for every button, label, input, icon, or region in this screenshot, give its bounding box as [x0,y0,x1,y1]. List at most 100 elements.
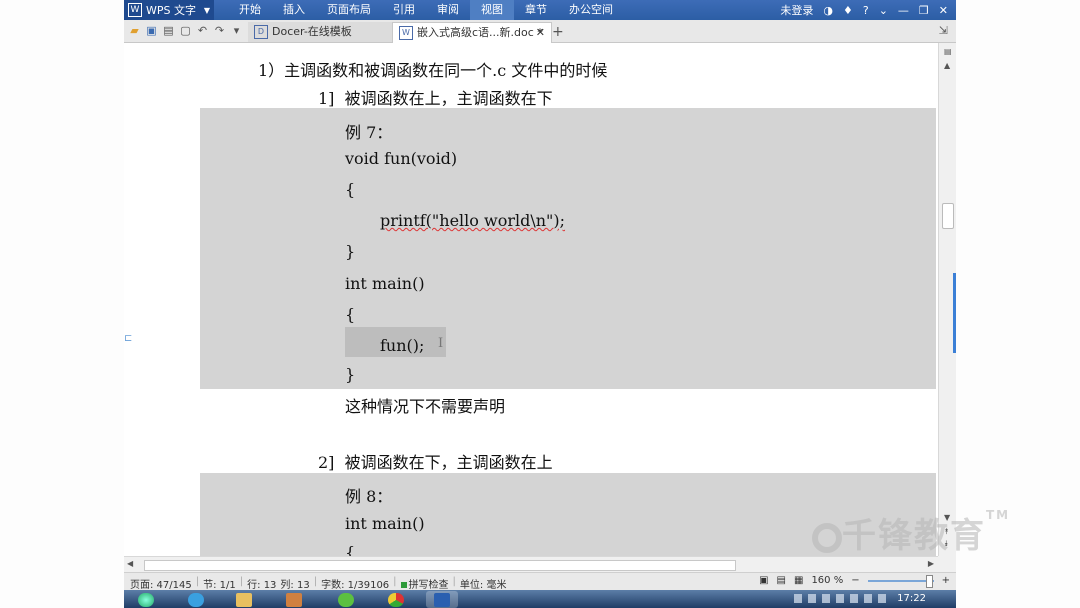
shirt-icon[interactable]: ♦ [843,4,853,17]
redo-icon[interactable]: ↷ [213,24,226,37]
tray-icon[interactable] [808,594,816,603]
tray-icon[interactable] [794,594,802,603]
page-icon[interactable]: ▤ [944,47,952,56]
outline-view-icon[interactable]: ▤ [777,575,786,586]
start-button[interactable] [130,591,162,608]
scroll-up-icon[interactable]: ▲ [944,61,950,70]
code-line: int main() [345,514,425,533]
zoom-out-icon[interactable]: − [851,575,859,586]
zoom-in-icon[interactable]: + [942,575,950,586]
taskbar-wps[interactable] [426,591,458,608]
side-panel-handle[interactable] [953,273,956,353]
spell-check[interactable]: 拼写检查 [400,576,449,591]
code-line: } [345,365,356,384]
collapse-ribbon-icon[interactable]: ⌄ [879,4,888,17]
menu-item-layout[interactable]: 页面布局 [316,0,382,20]
chrome-icon [388,593,404,607]
folder-icon [236,593,252,607]
print-icon[interactable]: ▤ [162,24,175,37]
wps-menu-button[interactable]: W WPS 文字 ▼ [124,0,214,20]
tab-label: 嵌入式高级c语...新.doc * [417,26,543,39]
example7-shading [200,108,936,389]
vertical-scrollbar[interactable]: ▤ ▲ ▼ ⯭ ⯯ [938,43,956,556]
tray-icon[interactable] [822,594,830,603]
taskbar-app[interactable] [330,591,362,608]
menu-item-review[interactable]: 审阅 [426,0,470,20]
spell-check-icon [400,582,407,588]
taskbar: 17:22 [124,590,956,608]
note-text: 这种情况下不需要声明 [345,397,506,416]
status-unit[interactable]: 单位: 毫米 [460,576,507,591]
hscrollbar-thumb[interactable] [144,560,736,571]
horizontal-scrollbar[interactable]: ◀ ▶ [124,556,938,573]
zoom-slider[interactable] [867,574,934,588]
tray-icon[interactable] [836,594,844,603]
menu-item-office-space[interactable]: 办公空间 [558,0,624,20]
document-page[interactable]: ⊏ 1）主调函数和被调函数在同一个.c 文件中的时候 1] 被调函数在上，主调函… [124,43,936,556]
tray-icon[interactable] [850,594,858,603]
document-area[interactable]: ⊏ 1）主调函数和被调函数在同一个.c 文件中的时候 1] 被调函数在上，主调函… [124,43,938,556]
restore-icon[interactable]: ❐ [919,4,929,17]
taskbar-media[interactable] [278,591,310,608]
print-preview-icon[interactable]: ▢ [179,24,192,37]
scrollbar-thumb[interactable] [942,203,954,229]
tab-document[interactable]: W 嵌入式高级c语...新.doc * ✕ [392,22,552,43]
menu-item-view[interactable]: 视图 [470,0,514,20]
open-icon[interactable]: ▰ [128,24,141,37]
status-page[interactable]: 页面: 47/145 [130,576,192,591]
menu-item-start[interactable]: 开始 [228,0,272,20]
ie-icon [188,593,204,607]
menu-item-reference[interactable]: 引用 [382,0,426,20]
new-tab-icon[interactable]: + [552,22,564,42]
zoom-level[interactable]: 160 % [811,575,843,586]
tab-label: Docer-在线模板 [272,25,352,38]
menu-item-insert[interactable]: 插入 [272,0,316,20]
tab-docer[interactable]: D Docer-在线模板 [248,22,396,42]
tab-close-icon[interactable]: ✕ [536,23,545,43]
code-line: printf("hello world\n"); [380,211,566,230]
media-icon [286,593,302,607]
save-icon[interactable]: ▣ [145,24,158,37]
example8-label: 例 8： [345,487,393,506]
web-view-icon[interactable]: ▦ [794,575,803,586]
skin-icon[interactable]: ◑ [823,4,833,17]
status-bar: 页面: 47/145 | 节: 1/1 | 行: 13 列: 13 | 字数: … [124,572,956,591]
status-section[interactable]: 节: 1/1 [203,576,236,591]
docer-icon: D [254,25,268,39]
code-line: { [345,543,356,556]
page-view-icon[interactable]: ▣ [759,575,768,586]
watermark-logo-icon [812,522,842,553]
left-margin [0,0,124,608]
minimize-icon[interactable]: — [898,4,909,17]
scroll-left-icon[interactable]: ◀ [127,559,133,568]
subheading-callee-above: 1] 被调函数在上，主调函数在下 [318,89,553,108]
watermark: 千锋教育TM [812,508,1010,557]
menu-item-chapter[interactable]: 章节 [514,0,558,20]
help-icon[interactable]: ? [863,4,869,17]
scroll-right-icon[interactable]: ▶ [928,559,934,568]
qa-dropdown-icon[interactable]: ▾ [230,24,243,37]
tab-menu-icon[interactable]: ⇲ [939,24,948,37]
status-column[interactable]: 列: 13 [280,576,309,591]
taskbar-ie[interactable] [180,591,212,608]
tab-bar: ▰ ▣ ▤ ▢ ↶ ↷ ▾ D Docer-在线模板 W 嵌入式高级c语...新.d… [124,20,956,43]
taskbar-clock[interactable]: 17:22 [897,593,926,604]
app-icon [338,593,354,607]
close-icon[interactable]: ✕ [939,4,948,17]
status-word-count[interactable]: 字数: 1/39106 [321,576,389,591]
example7-label: 例 7： [345,123,393,142]
tray-icon[interactable] [864,594,872,603]
undo-icon[interactable]: ↶ [196,24,209,37]
taskbar-explorer[interactable] [228,591,260,608]
ribbon-menu: 开始 插入 页面布局 引用 审阅 视图 章节 办公空间 [228,0,624,20]
titlebar-right: 未登录 ◑ ♦ ? ⌄ — ❐ ✕ [780,0,948,20]
status-line[interactable]: 行: 13 [247,576,276,591]
taskbar-chrome[interactable] [380,591,412,608]
volume-icon[interactable] [878,594,886,603]
dropdown-icon: ▼ [203,5,210,15]
login-link[interactable]: 未登录 [780,2,813,18]
code-line: void fun(void) [345,149,458,168]
wps-logo-icon: W [128,3,142,17]
code-line: } [345,242,356,261]
zoom-slider-knob[interactable] [925,574,933,588]
